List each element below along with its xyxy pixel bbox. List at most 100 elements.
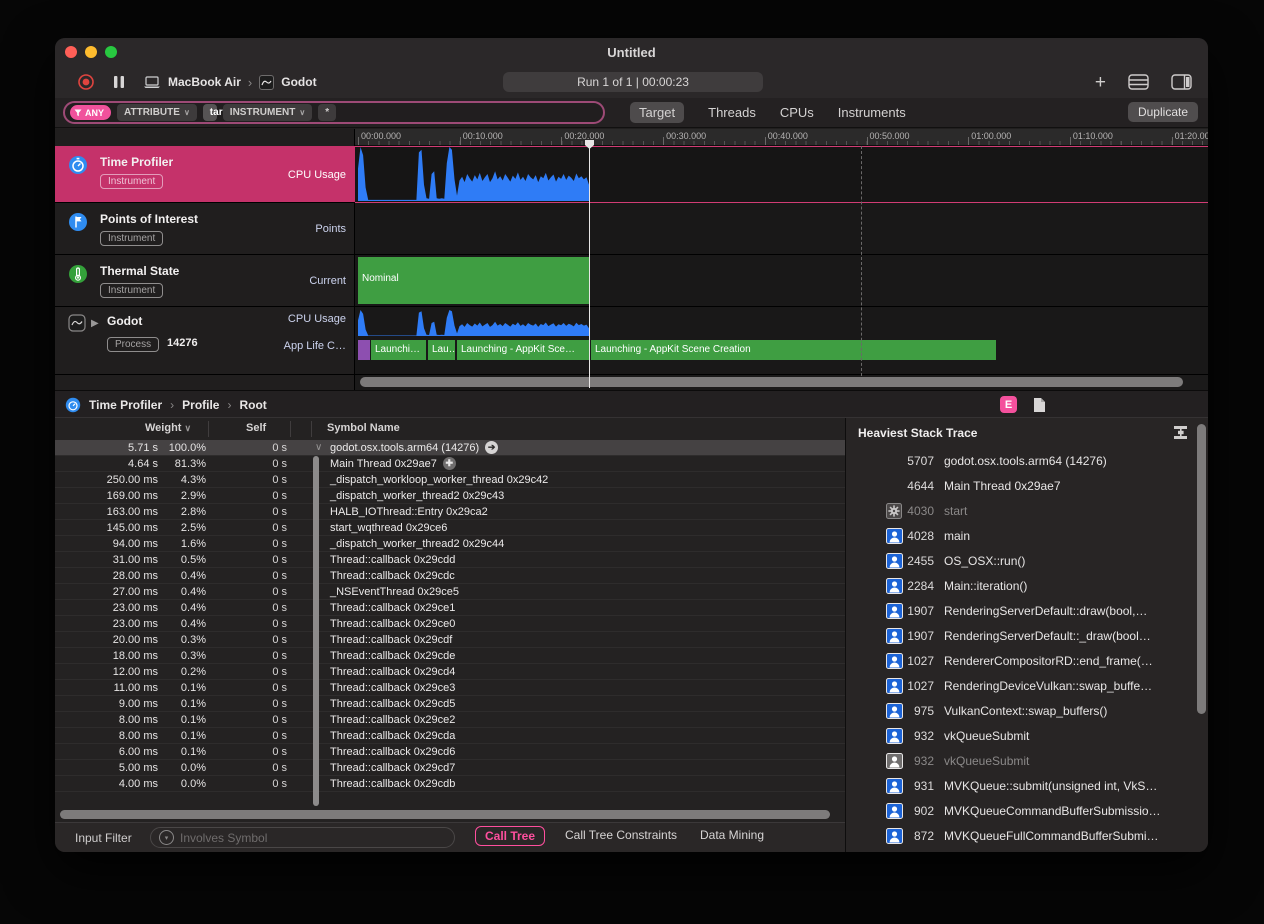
call-tree-row[interactable]: 28.00 ms0.4%0 s›Thread::callback 0x29cdc — [55, 568, 845, 584]
call-tree-row[interactable]: 4.00 ms0.0%0 s›Thread::callback 0x29cdb — [55, 776, 845, 792]
stack-entry[interactable]: 4030start — [846, 498, 1208, 523]
call-tree-row[interactable]: 9.00 ms0.1%0 s›Thread::callback 0x29cd5 — [55, 696, 845, 712]
ruler-major-tick — [460, 137, 461, 145]
disclosure-chevron-icon[interactable]: ∨ — [315, 442, 324, 453]
call-tree-row[interactable]: 18.00 ms0.3%0 s›Thread::callback 0x29cde — [55, 648, 845, 664]
target-device-path[interactable]: MacBook Air › Godot — [143, 75, 317, 90]
timeline-lanes[interactable]: 00:00.00000:10.00000:20.00000:30.00000:4… — [355, 129, 1208, 390]
symbol-filter-input[interactable] — [180, 831, 400, 845]
call-tree-row[interactable]: 11.00 ms0.1%0 s›Thread::callback 0x29ce3 — [55, 680, 845, 696]
timeline-ruler[interactable]: 00:00.00000:10.00000:20.00000:30.00000:4… — [355, 129, 1208, 146]
disclosure-triangle-icon[interactable]: ▶ — [91, 318, 99, 329]
column-symbol[interactable]: Symbol Name — [327, 422, 400, 434]
filter-token-attribute[interactable]: ATTRIBUTE∨ — [117, 104, 197, 121]
stack-entry[interactable]: 2284Main::iteration() — [846, 573, 1208, 598]
self-time: 0 s — [206, 442, 287, 454]
lane-points[interactable] — [355, 203, 1208, 255]
playhead[interactable] — [589, 140, 590, 388]
call-tree-row[interactable]: 8.00 ms0.1%0 s›Thread::callback 0x29cda — [55, 728, 845, 744]
stack-entry[interactable]: 2455OS_OSX::run() — [846, 548, 1208, 573]
call-tree-button[interactable]: Call Tree — [475, 826, 545, 846]
lifecycle-phase-bar[interactable] — [358, 340, 370, 360]
call-tree-row[interactable]: 6.00 ms0.1%0 s›Thread::callback 0x29cd6 — [55, 744, 845, 760]
stack-entry[interactable]: 902MVKQueueCommandBufferSubmissio… — [846, 798, 1208, 823]
track-row-points-of-interest[interactable]: Points of Interest Instrument Points — [55, 203, 355, 255]
call-tree-row[interactable]: 23.00 ms0.4%0 s›Thread::callback 0x29ce1 — [55, 600, 845, 616]
track-row-thermal-state[interactable]: Thermal State Instrument Current — [55, 255, 355, 307]
call-tree-row[interactable]: 5.71 s100.0%0 s∨godot.osx.tools.arm64 (1… — [55, 440, 845, 456]
extended-detail-toggle[interactable]: E — [1000, 396, 1017, 413]
sample-count: 4030 — [846, 504, 934, 518]
lifecycle-phase-bar[interactable]: Launching - AppKit Sce… — [457, 340, 589, 360]
filter-token-target[interactable]: target — [203, 104, 217, 121]
filter-funnel-icon[interactable]: ▾ — [159, 830, 174, 845]
document-icon[interactable] — [1033, 397, 1046, 413]
stack-entry[interactable]: 1907RenderingServerDefault::draw(bool,… — [846, 598, 1208, 623]
stack-entry[interactable]: 932vkQueueSubmit — [846, 723, 1208, 748]
tab-cpus[interactable]: CPUs — [780, 105, 814, 120]
data-mining-button[interactable]: Data Mining — [700, 828, 764, 842]
call-tree-row[interactable]: 169.00 ms2.9%0 s›_dispatch_worker_thread… — [55, 488, 845, 504]
lane-godot[interactable]: Launchi…Lau…Launching - AppKit Sce…Launc… — [355, 307, 1208, 375]
add-instrument-button[interactable]: + — [1095, 73, 1106, 92]
call-tree-row[interactable]: 4.64 s81.3%0 s›Main Thread 0x29ae7✚ — [55, 456, 845, 472]
stack-entry[interactable]: 1027RenderingDeviceVulkan::swap_buffe… — [846, 673, 1208, 698]
lane-label: App Life C… — [284, 340, 346, 352]
tab-target[interactable]: Target — [630, 102, 684, 123]
call-tree-row[interactable]: 145.00 ms2.5%0 s›start_wqthread 0x29ce6 — [55, 520, 845, 536]
strip-view-button[interactable] — [1128, 74, 1149, 90]
stack-entry[interactable]: 1907RenderingServerDefault::_draw(bool… — [846, 623, 1208, 648]
track-row-godot-process[interactable]: ▶ Godot Process 14276 CPU Usage App Life… — [55, 307, 355, 375]
stack-entry[interactable]: 1027RendererCompositorRD::end_frame(… — [846, 648, 1208, 673]
timeline-hscrollbar[interactable] — [360, 377, 1183, 387]
stack-entry[interactable]: 872MVKQueueFullCommandBufferSubmi… — [846, 823, 1208, 848]
track-filter-field[interactable]: ANY ATTRIBUTE∨ target INSTRUMENT∨ * — [63, 101, 605, 124]
thermal-state-bar[interactable]: Nominal — [358, 257, 589, 304]
collapse-stack-icon[interactable] — [1173, 426, 1188, 439]
stack-vscrollbar[interactable] — [1197, 424, 1206, 714]
stack-entry[interactable]: 931MVKQueue::submit(unsigned int, VkS… — [846, 773, 1208, 798]
lifecycle-phase-bar[interactable]: Lau… — [428, 340, 455, 360]
column-self[interactable]: Self — [246, 422, 266, 434]
pause-button[interactable] — [113, 75, 125, 89]
call-tree-row[interactable]: 250.00 ms4.3%0 s›_dispatch_workloop_work… — [55, 472, 845, 488]
stack-entry[interactable]: 5707godot.osx.tools.arm64 (14276) — [846, 448, 1208, 473]
inspector-sidebar-button[interactable] — [1171, 74, 1192, 90]
breadcrumb-profile[interactable]: Profile — [182, 398, 219, 412]
lifecycle-phase-bar[interactable]: Launching - AppKit Scene Creation — [591, 340, 996, 360]
call-tree-row[interactable]: 8.00 ms0.1%0 s›Thread::callback 0x29ce2 — [55, 712, 845, 728]
duplicate-button[interactable]: Duplicate — [1128, 102, 1198, 122]
symbol-filter-field[interactable]: ▾ — [150, 827, 455, 848]
focus-plus-icon[interactable]: ✚ — [443, 457, 456, 470]
breadcrumb-root[interactable]: Root — [239, 398, 266, 412]
call-tree-row[interactable]: 12.00 ms0.2%0 s›Thread::callback 0x29cd4 — [55, 664, 845, 680]
weight-time: 20.00 ms — [55, 634, 158, 646]
stack-entry[interactable]: 4644Main Thread 0x29ae7 — [846, 473, 1208, 498]
lane-thermal[interactable]: Nominal — [355, 255, 1208, 307]
record-button[interactable] — [77, 73, 95, 91]
run-status[interactable]: Run 1 of 1 | 00:00:23 — [503, 72, 763, 92]
call-tree-constraints-button[interactable]: Call Tree Constraints — [565, 828, 677, 842]
tab-threads[interactable]: Threads — [708, 105, 756, 120]
call-tree-row[interactable]: 27.00 ms0.4%0 s›_NSEventThread 0x29ce5 — [55, 584, 845, 600]
track-row-time-profiler[interactable]: Time Profiler Instrument CPU Usage — [55, 146, 355, 203]
stack-entry[interactable]: 4028main — [846, 523, 1208, 548]
column-weight[interactable]: Weight ∨ — [145, 422, 191, 434]
table-hscrollbar[interactable] — [60, 810, 830, 819]
lane-cpu-usage[interactable] — [355, 146, 1208, 203]
stack-entry[interactable]: 932vkQueueSubmit — [846, 748, 1208, 773]
breadcrumb-instrument[interactable]: Time Profiler — [89, 398, 162, 412]
filter-token-instrument[interactable]: INSTRUMENT∨ — [223, 104, 312, 121]
call-tree-row[interactable]: 23.00 ms0.4%0 s›Thread::callback 0x29ce0 — [55, 616, 845, 632]
call-tree-row[interactable]: 163.00 ms2.8%0 s›HALB_IOThread::Entry 0x… — [55, 504, 845, 520]
lifecycle-phase-bar[interactable]: Launchi… — [371, 340, 426, 360]
call-tree-row[interactable]: 20.00 ms0.3%0 s›Thread::callback 0x29cdf — [55, 632, 845, 648]
filter-any-pill[interactable]: ANY — [70, 105, 111, 120]
call-tree-row[interactable]: 31.00 ms0.5%0 s›Thread::callback 0x29cdd — [55, 552, 845, 568]
call-tree-row[interactable]: 94.00 ms1.6%0 s›_dispatch_worker_thread2… — [55, 536, 845, 552]
call-tree-row[interactable]: 5.00 ms0.0%0 s›Thread::callback 0x29cd7 — [55, 760, 845, 776]
stack-entry[interactable]: 975VulkanContext::swap_buffers() — [846, 698, 1208, 723]
filter-token-wildcard[interactable]: * — [318, 104, 336, 121]
focus-arrow-icon[interactable]: ➔ — [485, 441, 498, 454]
tab-instruments[interactable]: Instruments — [838, 105, 906, 120]
